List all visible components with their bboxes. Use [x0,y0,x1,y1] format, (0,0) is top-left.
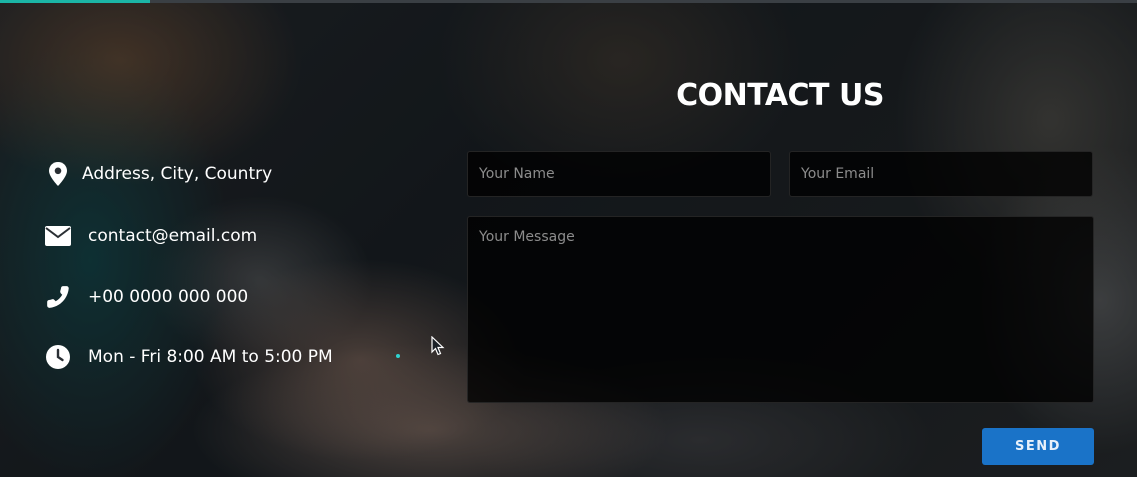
cursor-highlight-dot [396,354,400,358]
top-progress-track [0,0,1137,3]
name-input[interactable] [467,151,771,197]
info-row-phone: +00 0000 000 000 [44,283,248,311]
phone-icon [44,283,72,311]
email-input[interactable] [789,151,1093,197]
mouse-pointer-icon [431,335,445,360]
clock-icon [44,343,72,371]
envelope-icon [44,222,72,250]
info-row-email: contact@email.com [44,222,257,250]
page-title: CONTACT US [676,78,884,113]
send-button[interactable]: SEND [982,428,1094,465]
phone-text: +00 0000 000 000 [88,287,249,307]
info-row-address: Address, City, Country [44,160,272,188]
info-row-hours: Mon - Fri 8:00 AM to 5:00 PM [44,343,333,371]
email-text: contact@email.com [88,226,258,246]
contact-page: Address, City, Country contact@email.com… [0,0,1137,477]
message-textarea[interactable] [467,216,1094,403]
address-text: Address, City, Country [82,164,273,184]
hours-text: Mon - Fri 8:00 AM to 5:00 PM [88,347,333,367]
top-progress-indicator [0,0,150,3]
map-pin-icon [44,160,72,188]
